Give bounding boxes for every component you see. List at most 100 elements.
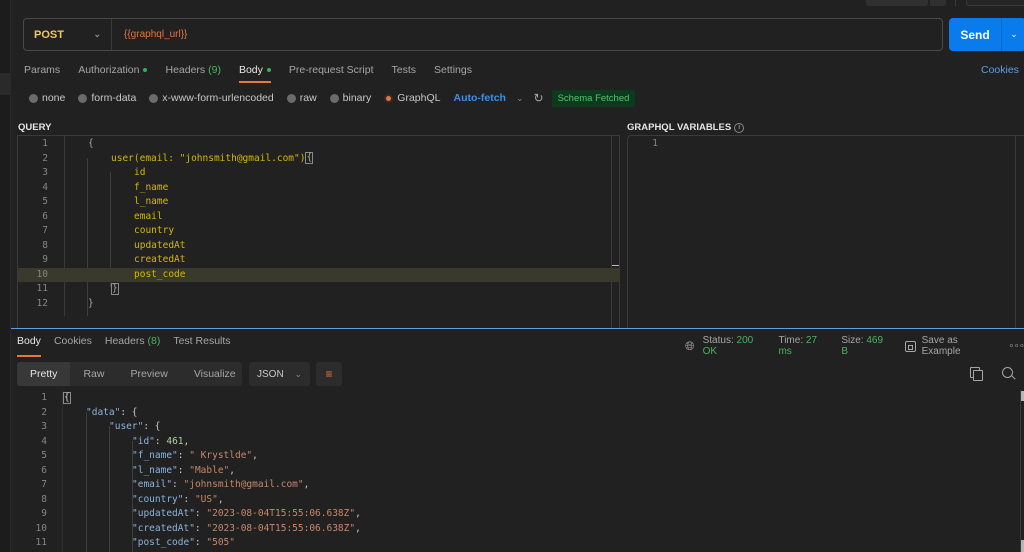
tab-count: (9) [208, 64, 221, 76]
top-secondary-button[interactable] [966, 0, 1024, 6]
schema-status-badge: Schema Fetched [551, 89, 636, 107]
view-raw[interactable]: Raw [70, 362, 117, 386]
response-body-viewer[interactable]: 1{2 "data": {3 "user": {4 "id": 461, 5 "f_nam… [17, 390, 1024, 552]
line-number: 7 [42, 225, 48, 236]
radio-label: raw [299, 92, 317, 104]
code-text: email [134, 210, 163, 222]
tab-label: Authorization [78, 64, 140, 76]
tab-label: Body [238, 64, 263, 76]
line-number: 1 [41, 392, 47, 403]
line-number: 11 [36, 283, 48, 294]
tab-headers[interactable]: Headers (9) [165, 63, 220, 83]
refresh-icon[interactable]: ↻ [534, 91, 544, 105]
tab-body[interactable]: Body [238, 63, 271, 83]
cookies-link[interactable]: Cookies [981, 64, 1019, 76]
line-number: 5 [41, 450, 47, 461]
response-tab-headers[interactable]: Headers (8) [105, 334, 160, 354]
response-tab-cookies[interactable]: Cookies [54, 334, 92, 354]
method-select[interactable]: POST ⌄ [24, 19, 112, 50]
top-action-dropdown[interactable] [930, 0, 946, 6]
line-number: 10 [35, 522, 47, 534]
code-line: 3 id [18, 166, 620, 181]
chevron-down-icon: ⌄ [294, 368, 302, 379]
line-number: 8 [41, 493, 47, 505]
view-pretty[interactable]: Pretty [17, 362, 71, 386]
info-icon[interactable]: i [734, 122, 745, 133]
code-line: 8 updatedAt [18, 239, 620, 254]
json-line: 1{ [17, 391, 1024, 406]
globe-icon[interactable]: 🌐︎ [685, 339, 695, 354]
radio-none[interactable]: none [29, 92, 65, 104]
top-action-button[interactable] [866, 0, 928, 6]
code-text: country [134, 225, 175, 236]
code-line: 2 user(email: "johnsmith@gmail.com"){ [18, 152, 620, 167]
json-line: 8 "country": "US", [17, 493, 1024, 508]
radio-label: GraphQL [397, 92, 441, 104]
line-number: 6 [42, 210, 48, 222]
tab-label: Settings [434, 64, 472, 76]
size-info[interactable]: Size: 469 B [841, 335, 891, 357]
radio-circle-icon [149, 93, 159, 103]
tab-tests[interactable]: Tests [392, 63, 417, 83]
json-line: 3 "user": { [17, 420, 1024, 435]
line-number: 1 [652, 138, 658, 149]
response-tab-test-results[interactable]: Test Results [173, 334, 230, 354]
view-preview[interactable]: Preview [117, 362, 180, 386]
code-text: l_name [134, 196, 169, 207]
response-tabs: Body Cookies Headers (8) Test Results [17, 334, 244, 357]
chevron-down-icon: ⌄ [93, 29, 101, 39]
save-as-example-button[interactable]: Save as Example [904, 335, 998, 357]
tab-params[interactable]: Params [24, 63, 60, 83]
tab-pre-request-script[interactable]: Pre-request Script [289, 63, 374, 83]
line-number: 5 [42, 196, 48, 207]
tab-settings[interactable]: Settings [434, 63, 472, 83]
copy-icon[interactable] [970, 367, 983, 381]
search-icon[interactable] [1002, 367, 1016, 381]
radio-circle-icon [29, 93, 38, 103]
format-select[interactable]: JSON ⌄ [249, 362, 310, 386]
pane-divider[interactable] [11, 328, 1024, 329]
view-visualize[interactable]: Visualize [181, 362, 249, 386]
code-line: 6 email [18, 210, 620, 225]
radio-label: form-data [91, 92, 137, 104]
response-tab-body[interactable]: Body [17, 334, 41, 357]
autofetch-toggle[interactable]: Auto-fetch [453, 92, 506, 104]
url-bar: POST ⌄ {{graphql_url}} [23, 18, 943, 51]
code-text: } [88, 297, 94, 309]
chevron-down-icon[interactable]: ⌄ [1001, 18, 1024, 51]
query-editor[interactable]: 1{2 user(email: "johnsmith@gmail.com"){3 i… [17, 135, 620, 329]
status-info[interactable]: Status: 200 OK [703, 335, 770, 357]
radio-circle-icon [78, 93, 88, 103]
variables-editor[interactable]: 1 [627, 135, 1024, 329]
json-line: 4 "id": 461, [17, 435, 1024, 450]
radio-graphql[interactable]: GraphQL [384, 92, 440, 104]
radio-label: x-www-form-urlencoded [162, 92, 274, 104]
code-line: 4 f_name [18, 181, 620, 196]
status-dot-icon [266, 68, 271, 73]
line-number: 10 [36, 268, 48, 280]
json-line: 2 "data": { [17, 406, 1024, 421]
time-info[interactable]: Time: 27 ms [778, 335, 832, 357]
radio-circle-icon [329, 93, 339, 103]
url-input[interactable]: {{graphql_url}} [112, 29, 187, 40]
radio-x-www-form-urlencoded[interactable]: x-www-form-urlencoded [149, 92, 274, 104]
line-number: 2 [42, 152, 48, 164]
tab-label: Tests [391, 64, 417, 76]
wrap-lines-button[interactable]: ≡ [316, 362, 342, 386]
json-text: "post_code": "505" [132, 537, 235, 548]
line-number: 4 [42, 181, 48, 193]
chevron-down-icon[interactable]: ⌄ [516, 93, 524, 104]
sidebar-strip [0, 0, 11, 552]
tab-label: Headers [165, 64, 206, 76]
code-line: 7 country [18, 224, 620, 239]
status-dot-icon [143, 68, 148, 73]
code-line: 12} [18, 297, 620, 312]
send-button[interactable]: Send ⌄ [949, 18, 1024, 51]
line-number: 9 [41, 508, 47, 519]
tab-authorization[interactable]: Authorization [78, 63, 148, 83]
more-options-icon[interactable]: ∘∘∘ [1008, 341, 1024, 352]
radio-form-data[interactable]: form-data [78, 92, 136, 104]
radio-raw[interactable]: raw [286, 92, 317, 104]
tab-label: Params [24, 64, 61, 76]
radio-binary[interactable]: binary [329, 92, 371, 104]
